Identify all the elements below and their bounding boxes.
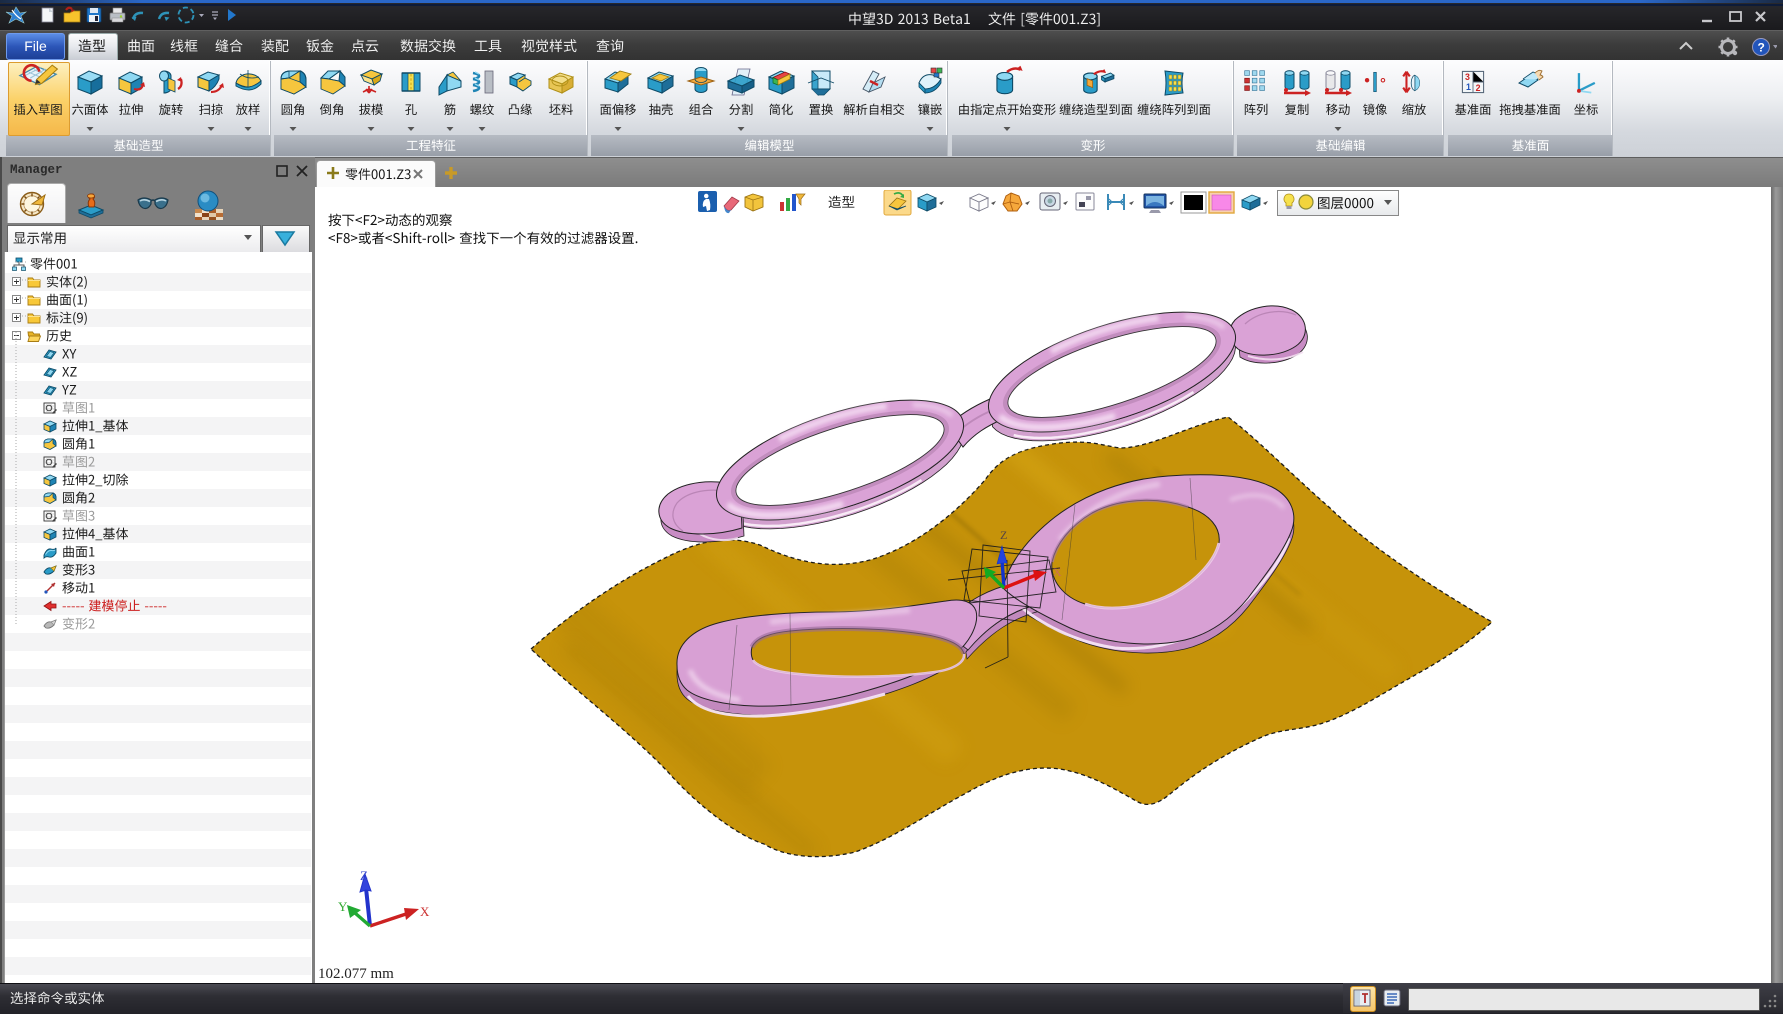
svg-text:Y: Y	[338, 899, 348, 914]
svg-text:?: ?	[1758, 41, 1765, 55]
svg-text:X: X	[420, 904, 430, 919]
svg-text:Z: Z	[360, 868, 368, 883]
svg-text:Z: Z	[1000, 528, 1007, 542]
svg-text:X: X	[1053, 565, 1062, 579]
svg-text:102.077 mm: 102.077 mm	[318, 966, 394, 982]
